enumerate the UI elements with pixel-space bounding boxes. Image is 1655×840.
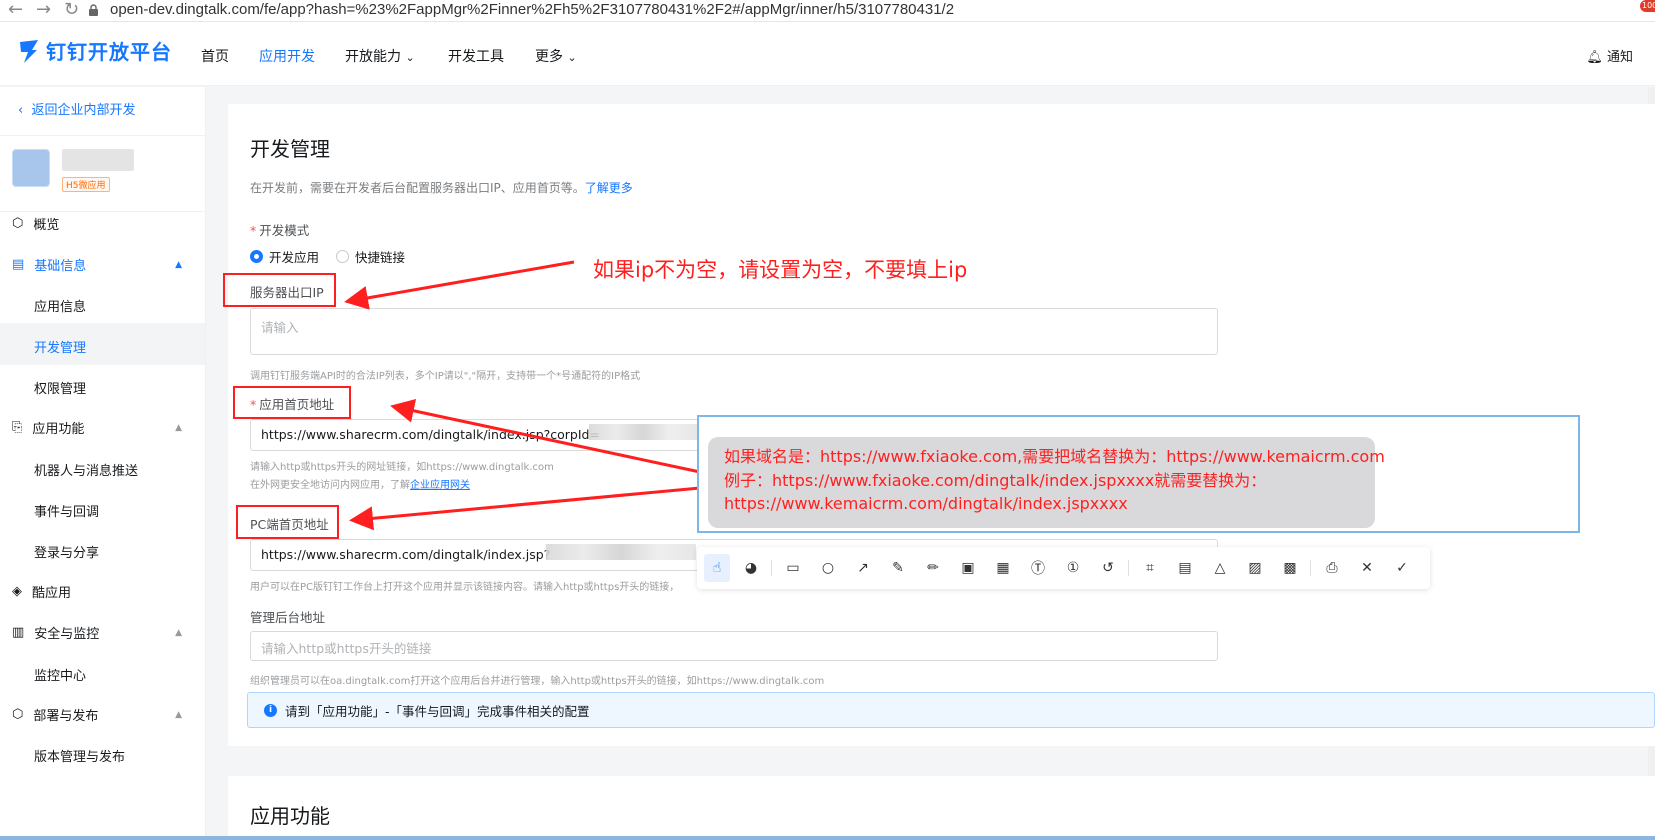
blur-icon[interactable]: ▦ (993, 558, 1013, 578)
bubble-line-3: https://www.kemaicrm.com/dingtalk/index.… (724, 494, 1128, 513)
pin-image-icon[interactable]: ▨ (1245, 558, 1265, 578)
bubble-line-2: 例子：https://www.fxiaoke.com/dingtalk/inde… (724, 470, 1267, 490)
save-icon[interactable]: ⎙ (1322, 558, 1342, 578)
arrow-to-pc (349, 486, 701, 531)
arrow-to-ip (344, 260, 575, 310)
qrcode-icon[interactable]: ▩ (1280, 558, 1300, 578)
text-icon[interactable]: Ⓣ (1028, 558, 1048, 578)
pencil-icon[interactable]: ✏︎ (923, 558, 943, 578)
pointer-icon[interactable]: ☝︎ (704, 554, 730, 582)
bubble-line-1: 如果域名是：https://www.fxiaoke.com,需要把域名替换为：h… (724, 447, 1385, 466)
marker-icon[interactable]: ✎ (888, 558, 908, 578)
mosaic-icon[interactable]: ▣ (958, 558, 978, 578)
palette-icon[interactable]: ◕ (741, 558, 761, 578)
arrow-to-home (390, 399, 701, 474)
scan-icon[interactable]: ⌗ (1140, 558, 1160, 578)
arrow-icon[interactable]: ↗ (853, 558, 873, 578)
shapes-icon[interactable]: △ (1210, 558, 1230, 578)
screenshot-toolbar: ☝︎ ◕ ▭ ○ ↗ ✎ ✏︎ ▣ ▦ Ⓣ ① ↺ ⌗ ▤ △ ▨ ▩ ⎙ ✕ … (697, 547, 1430, 589)
close-icon[interactable]: ✕ (1357, 558, 1377, 578)
number-icon[interactable]: ① (1063, 558, 1083, 578)
confirm-icon[interactable]: ✓ (1392, 558, 1412, 578)
ocr-icon[interactable]: ▤ (1175, 558, 1195, 578)
rectangle-icon[interactable]: ▭ (783, 558, 803, 578)
undo-icon[interactable]: ↺ (1098, 558, 1118, 578)
annotation-domain-note: 如果域名是：https://www.fxiaoke.com,需要把域名替换为：h… (708, 437, 1385, 528)
bottom-border (0, 836, 1655, 840)
circle-icon[interactable]: ○ (818, 558, 838, 578)
